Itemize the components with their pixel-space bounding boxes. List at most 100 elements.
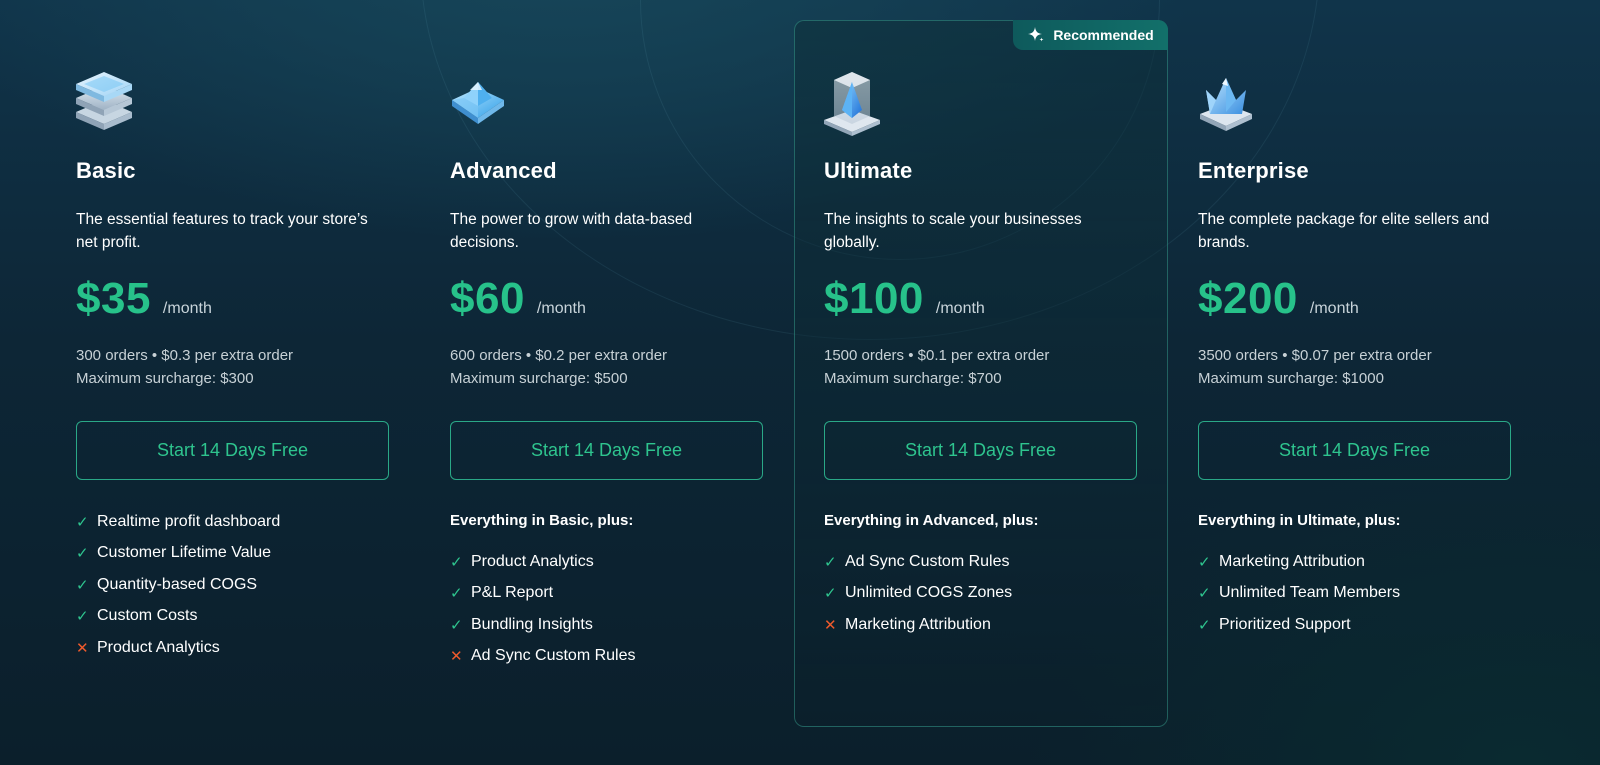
feature-item: ✓ Quantity-based COGS <box>76 569 280 601</box>
feature-item: ✓ Customer Lifetime Value <box>76 538 280 570</box>
check-icon: ✓ <box>450 553 463 571</box>
price-period: /month <box>935 300 985 317</box>
check-icon: ✓ <box>76 576 89 594</box>
feature-label: Product Analytics <box>471 552 594 570</box>
start-trial-button[interactable]: Start 14 Days Free <box>824 421 1137 480</box>
feature-label: Customer Lifetime Value <box>97 544 271 562</box>
feature-item: ✓ Ad Sync Custom Rules <box>824 546 1012 578</box>
surcharge-line: Maximum surcharge: $1000 <box>1198 370 1384 387</box>
plan-description: The essential features to track your sto… <box>76 211 368 251</box>
check-icon: ✓ <box>824 553 837 571</box>
check-icon: ✓ <box>1198 616 1211 634</box>
price-period: /month <box>536 300 586 317</box>
plan-card-enterprise: Enterprise The complete package for elit… <box>1168 0 1542 765</box>
feature-list: ✓ Ad Sync Custom Rules ✓ Unlimited COGS Zo… <box>824 546 1012 641</box>
start-trial-button[interactable]: Start 14 Days Free <box>76 421 389 480</box>
plan-description: The insights to scale your businesses gl… <box>824 211 1082 251</box>
plan-card-basic: Basic The essential features to track yo… <box>46 0 420 765</box>
plan-price: $60 <box>450 274 525 323</box>
orders-line: 1500 orders • $0.1 per extra order <box>824 347 1050 364</box>
plan-price: $100 <box>824 274 924 323</box>
check-icon: ✓ <box>450 616 463 634</box>
features-heading: Everything in Basic, plus: <box>450 512 634 529</box>
feature-label: Ad Sync Custom Rules <box>845 552 1010 570</box>
check-icon: ✓ <box>76 608 89 626</box>
badge-label: Recommended <box>1053 27 1154 43</box>
plan-usage: 1500 orders • $0.1 per extra order Maxim… <box>824 344 1049 390</box>
plan-name: Enterprise <box>1198 158 1309 183</box>
feature-label: Prioritized Support <box>1219 615 1351 633</box>
sparkle-icon <box>1027 26 1045 44</box>
plan-card-advanced: Advanced The power to grow with data-bas… <box>420 0 794 765</box>
feature-label: P&L Report <box>471 584 554 602</box>
plan-description: The power to grow with data-based decisi… <box>450 211 693 251</box>
feature-item: ✓ Product Analytics <box>450 546 636 578</box>
orders-line: 600 orders • $0.2 per extra order <box>450 347 668 364</box>
feature-label: Quantity-based COGS <box>97 575 258 593</box>
price-row: $35 /month <box>76 274 212 324</box>
feature-label: Realtime profit dashboard <box>97 512 281 530</box>
feature-item: ✕ Ad Sync Custom Rules <box>450 641 636 673</box>
feature-item: ✓ Prioritized Support <box>1198 609 1400 641</box>
gem-icon <box>438 60 518 140</box>
check-icon: ✓ <box>1198 585 1211 603</box>
cross-icon: ✕ <box>450 648 463 666</box>
price-period: /month <box>162 300 212 317</box>
surcharge-line: Maximum surcharge: $500 <box>450 370 628 387</box>
price-row: $200 /month <box>1198 274 1359 324</box>
feature-label: Unlimited Team Members <box>1219 584 1401 602</box>
orders-line: 300 orders • $0.3 per extra order <box>76 347 294 364</box>
price-period: /month <box>1309 300 1359 317</box>
features-heading: Everything in Advanced, plus: <box>824 512 1039 529</box>
feature-item: ✓ Realtime profit dashboard <box>76 506 280 538</box>
plan-name: Advanced <box>450 158 557 183</box>
plan-usage: 3500 orders • $0.07 per extra order Maxi… <box>1198 344 1432 390</box>
check-icon: ✓ <box>824 585 837 603</box>
price-row: $100 /month <box>824 274 985 324</box>
feature-label: Ad Sync Custom Rules <box>471 647 636 665</box>
plan-usage: 300 orders • $0.3 per extra order Maximu… <box>76 344 293 390</box>
feature-item: ✓ Custom Costs <box>76 601 280 633</box>
feature-item: ✕ Product Analytics <box>76 632 280 664</box>
feature-label: Marketing Attribution <box>1219 552 1365 570</box>
feature-item: ✓ Bundling Insights <box>450 609 636 641</box>
plan-name: Ultimate <box>824 158 913 183</box>
plan-usage: 600 orders • $0.2 per extra order Maximu… <box>450 344 667 390</box>
feature-label: Unlimited COGS Zones <box>845 584 1013 602</box>
plan-name: Basic <box>76 158 136 183</box>
start-trial-button[interactable]: Start 14 Days Free <box>450 421 763 480</box>
feature-list: ✓ Product Analytics ✓ P&L Report ✓ Bundling… <box>450 546 636 672</box>
feature-item: ✕ Marketing Attribution <box>824 609 1012 641</box>
feature-label: Bundling Insights <box>471 615 593 633</box>
recommended-badge: Recommended <box>1013 20 1168 50</box>
check-icon: ✓ <box>76 513 89 531</box>
feature-item: ✓ Marketing Attribution <box>1198 546 1400 578</box>
plan-price: $35 <box>76 274 151 323</box>
feature-label: Marketing Attribution <box>845 615 991 633</box>
start-trial-button[interactable]: Start 14 Days Free <box>1198 421 1511 480</box>
price-row: $60 /month <box>450 274 586 324</box>
feature-label: Custom Costs <box>97 607 198 625</box>
surcharge-line: Maximum surcharge: $700 <box>824 370 1002 387</box>
crown-icon <box>1186 60 1266 140</box>
crystal-cube-icon <box>812 60 892 140</box>
feature-item: ✓ Unlimited COGS Zones <box>824 578 1012 610</box>
plan-card-ultimate: Recommended Ultimate The insights to sca… <box>794 0 1168 765</box>
feature-list: ✓ Marketing Attribution ✓ Unlimited Team M… <box>1198 546 1400 641</box>
check-icon: ✓ <box>450 585 463 603</box>
features-heading: Everything in Ultimate, plus: <box>1198 512 1401 529</box>
pricing-page: Basic The essential features to track yo… <box>0 0 1600 765</box>
surcharge-line: Maximum surcharge: $300 <box>76 370 254 387</box>
feature-item: ✓ Unlimited Team Members <box>1198 578 1400 610</box>
feature-label: Product Analytics <box>97 638 220 656</box>
stack-icon <box>64 60 144 140</box>
plan-description: The complete package for elite sellers a… <box>1198 211 1490 251</box>
cross-icon: ✕ <box>824 616 837 634</box>
check-icon: ✓ <box>76 545 89 563</box>
feature-list: ✓ Realtime profit dashboard ✓ Customer Lif… <box>76 506 280 664</box>
feature-item: ✓ P&L Report <box>450 578 636 610</box>
cross-icon: ✕ <box>76 639 89 657</box>
plan-price: $200 <box>1198 274 1298 323</box>
orders-line: 3500 orders • $0.07 per extra order <box>1198 347 1432 364</box>
check-icon: ✓ <box>1198 553 1211 571</box>
